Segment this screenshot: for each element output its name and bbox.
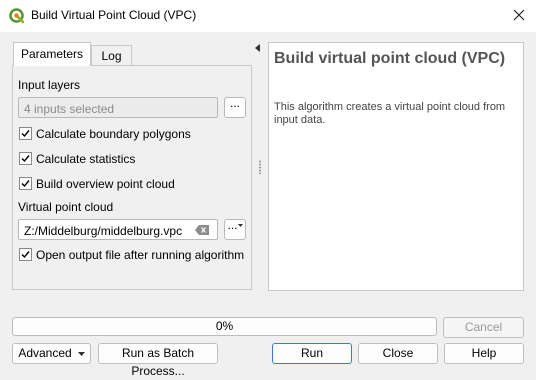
close-button[interactable]: Close	[358, 343, 438, 364]
checkmark-icon	[21, 180, 30, 188]
output-browse-button[interactable]: ...	[224, 219, 246, 240]
input-layers-field[interactable]: 4 inputs selected	[18, 97, 218, 118]
tab-log[interactable]: Log	[91, 45, 132, 66]
open-output-label[interactable]: Open output file after running algorithm	[36, 248, 244, 262]
open-output-checkbox[interactable]	[19, 248, 32, 261]
run-button[interactable]: Run	[272, 343, 352, 364]
boundary-polygons-label[interactable]: Calculate boundary polygons	[36, 127, 191, 141]
overview-point-cloud-checkbox[interactable]	[19, 177, 32, 190]
qgis-logo-icon	[9, 8, 25, 24]
title-bar: Build Virtual Point Cloud (VPC)	[0, 0, 536, 32]
output-browse-label: ...	[227, 218, 238, 232]
input-layers-browse-button[interactable]: ...	[224, 97, 246, 118]
help-panel: Build virtual point cloud (VPC) This alg…	[268, 42, 524, 291]
help-title: Build virtual point cloud (VPC)	[274, 50, 506, 67]
boundary-polygons-checkbox[interactable]	[19, 127, 32, 140]
progress-text: 0%	[215, 319, 234, 333]
checkmark-icon	[21, 251, 30, 259]
statistics-label[interactable]: Calculate statistics	[36, 152, 135, 166]
output-path-value: Z:/Middelburg/middelburg.vpc	[24, 224, 183, 238]
input-layers-value: 4 inputs selected	[24, 102, 115, 116]
splitter-handle[interactable]	[259, 160, 261, 174]
collapse-arrow-icon[interactable]	[255, 44, 260, 52]
dropdown-arrow-icon	[237, 223, 243, 227]
run-batch-button[interactable]: Run as Batch Process...	[98, 343, 218, 378]
virtual-point-cloud-label: Virtual point cloud	[18, 200, 114, 214]
cancel-button[interactable]: Cancel	[443, 317, 524, 338]
progress-bar: 0%	[12, 317, 437, 336]
statistics-checkbox[interactable]	[19, 152, 32, 165]
input-layers-label: Input layers	[18, 78, 81, 92]
checkmark-icon	[21, 155, 30, 163]
close-icon[interactable]	[511, 7, 527, 23]
overview-point-cloud-label[interactable]: Build overview point cloud	[36, 177, 175, 191]
chevron-down-icon	[77, 351, 85, 356]
advanced-label: Advanced	[18, 346, 72, 360]
window-title: Build Virtual Point Cloud (VPC)	[31, 8, 197, 22]
checkmark-icon	[21, 130, 30, 138]
clear-field-icon[interactable]	[195, 225, 210, 235]
output-path-field[interactable]: Z:/Middelburg/middelburg.vpc	[18, 219, 218, 240]
help-button[interactable]: Help	[444, 343, 524, 364]
tab-parameters[interactable]: Parameters	[13, 42, 91, 66]
advanced-button[interactable]: Advanced	[12, 343, 91, 364]
parameters-panel: Input layers 4 inputs selected ... Calcu…	[12, 65, 252, 290]
help-description: This algorithm creates a virtual point c…	[274, 101, 506, 126]
